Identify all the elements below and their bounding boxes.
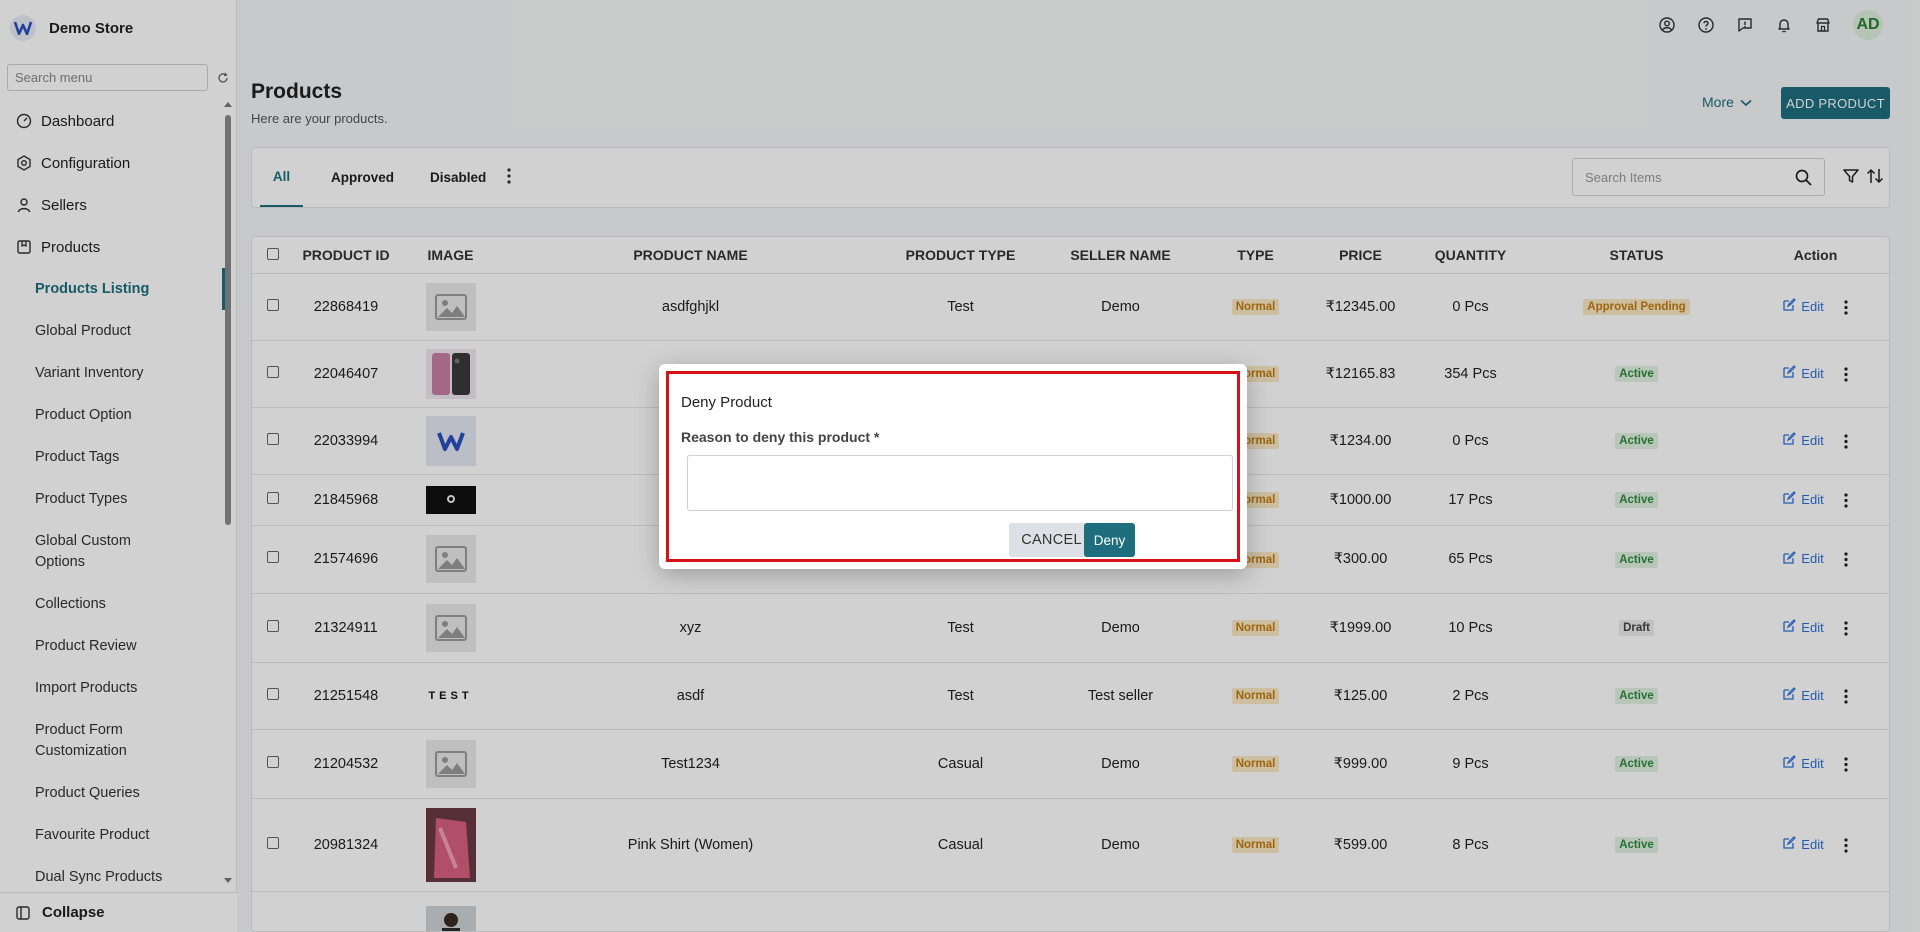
dialog-highlight-frame: Deny Product Reason to deny this product… [666, 371, 1240, 562]
deny-reason-textarea[interactable] [687, 455, 1233, 511]
cancel-button[interactable]: CANCEL [1009, 523, 1094, 557]
dialog-title: Deny Product [681, 394, 772, 411]
deny-reason-label: Reason to deny this product * [681, 429, 880, 445]
deny-button[interactable]: Deny [1084, 523, 1135, 557]
deny-product-dialog: Deny Product Reason to deny this product… [659, 364, 1247, 569]
